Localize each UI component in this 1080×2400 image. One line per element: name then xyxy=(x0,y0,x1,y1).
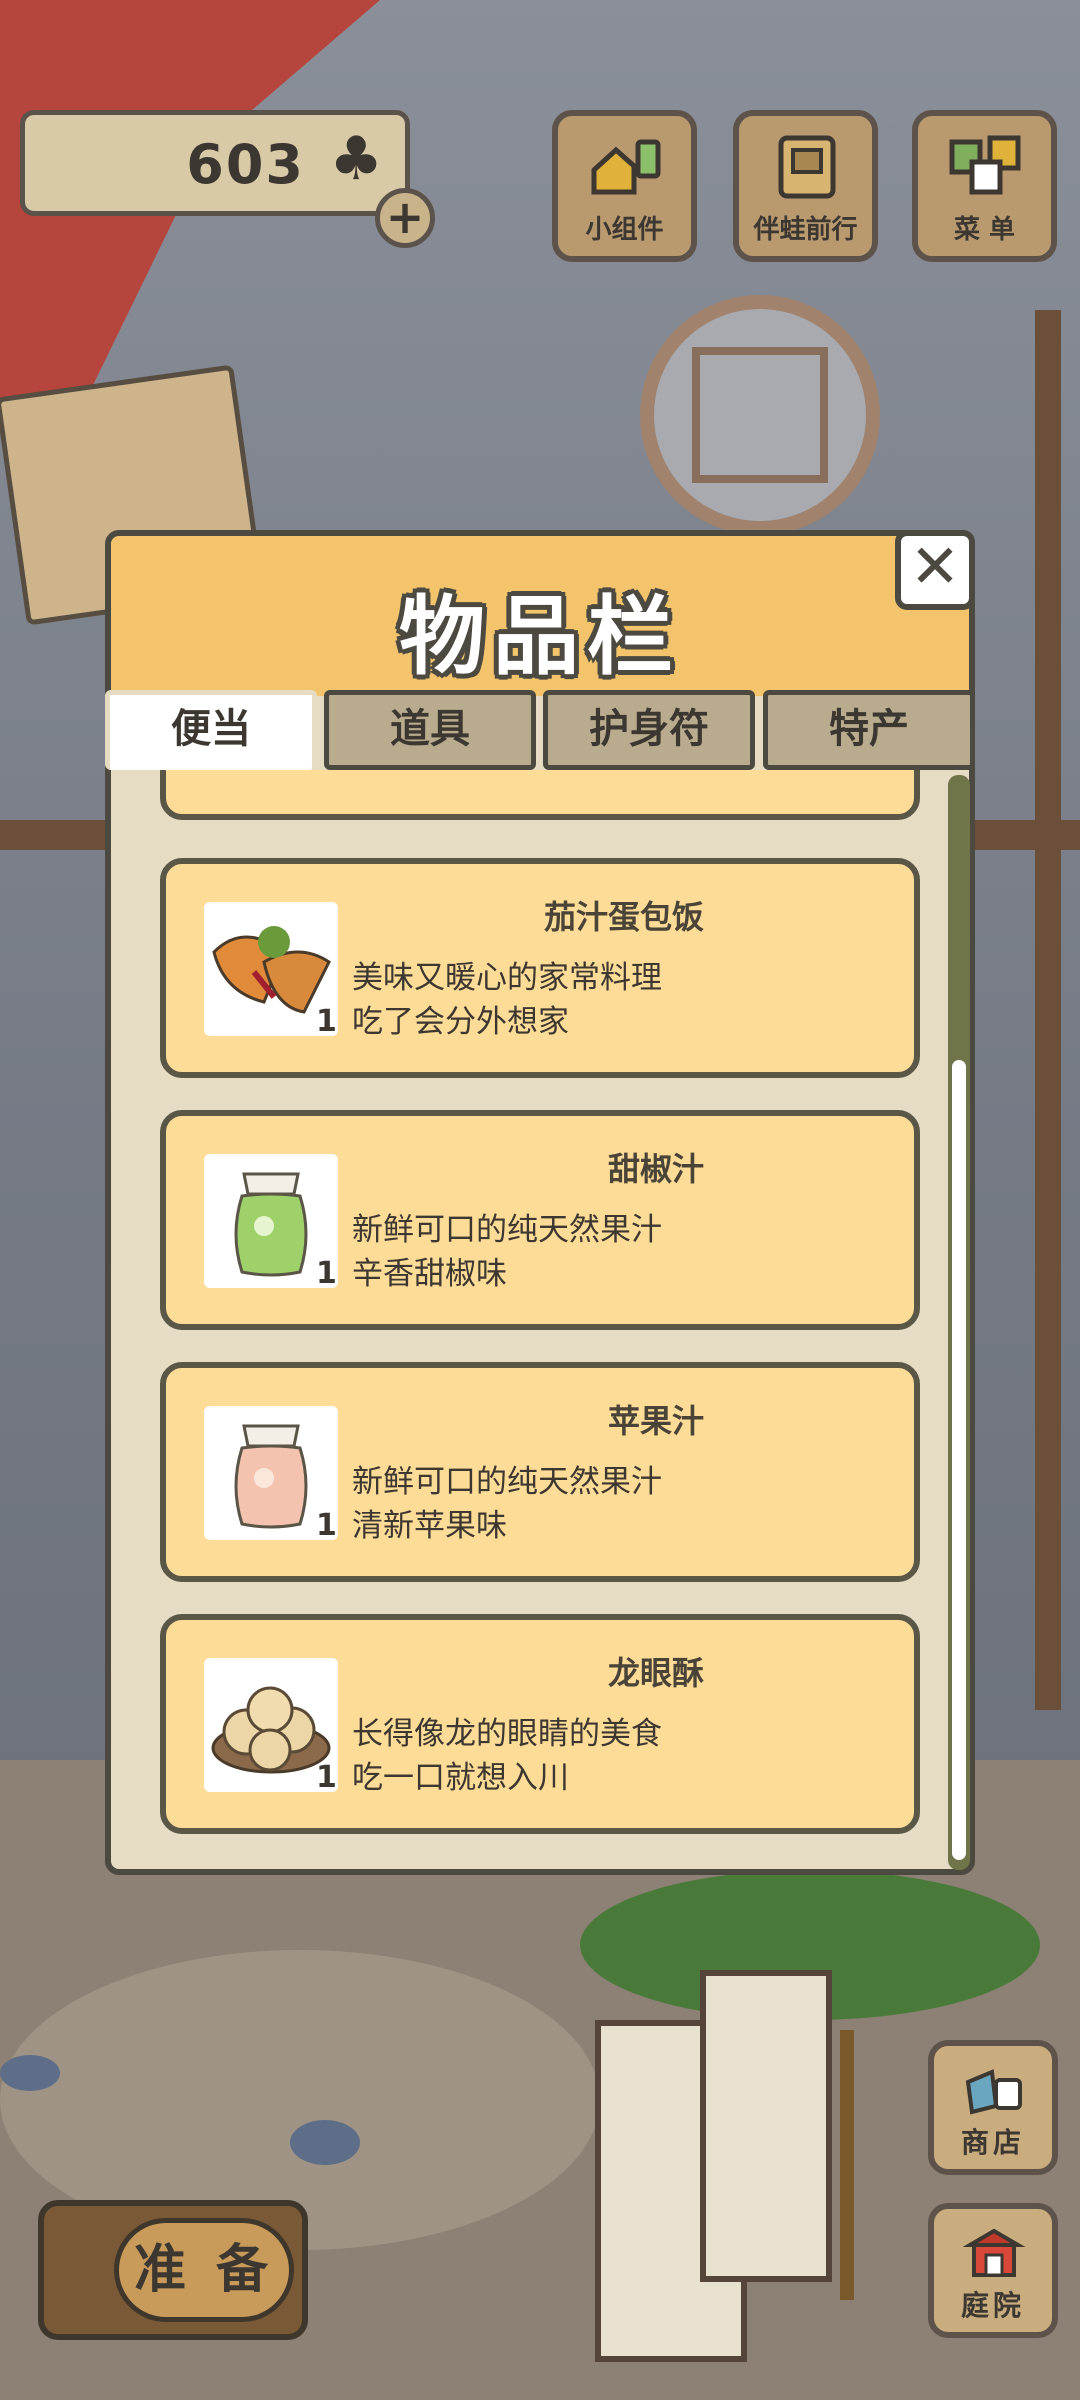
close-button[interactable]: ✕ xyxy=(895,530,975,610)
shop-label: 商店 xyxy=(960,2126,1025,2159)
panel-title: 物品栏 xyxy=(399,587,681,687)
item-quantity: 1 xyxy=(316,1256,337,1291)
list-item[interactable]: 1 龙眼酥 长得像龙的眼睛的美食 吃一口就想入川 xyxy=(160,1614,920,1834)
item-description: 新鲜可口的纯天然果汁 xyxy=(352,1464,662,1500)
panel-header: 物品栏 xyxy=(111,536,969,696)
travel-book-icon xyxy=(778,135,836,199)
item-description: 新鲜可口的纯天然果汁 xyxy=(352,1212,662,1248)
tab-tools[interactable]: 道具 xyxy=(324,690,536,770)
add-clover-button[interactable]: + xyxy=(375,188,435,248)
menu-button[interactable]: 菜 单 xyxy=(912,110,1057,262)
menu-label: 菜 单 xyxy=(953,215,1016,245)
widget-label: 小组件 xyxy=(585,215,664,245)
wooden-shelf xyxy=(975,820,1080,850)
item-description: 美味又暖心的家常料理 xyxy=(352,960,662,996)
tab-bento[interactable]: 便当 xyxy=(105,690,317,770)
list-item[interactable]: 1 苹果汁 新鲜可口的纯天然果汁 清新苹果味 xyxy=(160,1362,920,1582)
item-description: 辛香甜椒味 xyxy=(352,1256,507,1292)
tab-specialties[interactable]: 特产 xyxy=(763,690,975,770)
travel-book-button[interactable]: 伴蛙前行 xyxy=(733,110,878,262)
widget-icon xyxy=(591,139,661,195)
item-description: 吃一口就想入川 xyxy=(352,1760,569,1796)
yard-house-icon xyxy=(962,2228,1026,2277)
plus-icon: + xyxy=(385,190,425,244)
list-item[interactable]: 1 茄汁蛋包饭 美味又暖心的家常料理 吃了会分外想家 xyxy=(160,858,920,1078)
item-description: 吃了会分外想家 xyxy=(352,1004,569,1040)
item-quantity: 1 xyxy=(316,1004,337,1039)
scrollbar-thumb[interactable] xyxy=(952,1060,966,1860)
wooden-post xyxy=(1035,310,1061,1710)
item-description: 清新苹果味 xyxy=(352,1508,507,1544)
close-icon: ✕ xyxy=(909,532,961,602)
item-quantity: 1 xyxy=(316,1508,337,1543)
item-name: 甜椒汁 xyxy=(607,1150,704,1188)
prepare-button[interactable]: 准 备 xyxy=(38,2200,308,2340)
item-description: 长得像龙的眼睛的美食 xyxy=(352,1716,662,1752)
rock xyxy=(0,2055,60,2091)
item-list[interactable]: 1 茄汁蛋包饭 美味又暖心的家常料理 吃了会分外想家 1 甜椒汁 新鲜可口的纯天… xyxy=(160,770,920,1835)
item-name: 茄汁蛋包饭 xyxy=(543,898,704,936)
list-scrollbar[interactable] xyxy=(948,775,970,1870)
folding-screen xyxy=(700,1970,832,2282)
clover-counter: 603 ♣ xyxy=(20,110,410,216)
yard-button[interactable]: 庭院 xyxy=(928,2203,1058,2338)
tab-charms[interactable]: 护身符 xyxy=(543,690,755,770)
round-window xyxy=(640,295,880,535)
prepare-label: 准 备 xyxy=(114,2218,294,2322)
shop-button[interactable]: 商店 xyxy=(928,2040,1058,2175)
rock xyxy=(290,2120,360,2165)
clover-count: 603 xyxy=(186,133,305,196)
list-item[interactable]: 1 甜椒汁 新鲜可口的纯天然果汁 辛香甜椒味 xyxy=(160,1110,920,1330)
list-item-partial[interactable] xyxy=(160,770,920,820)
yard-label: 庭院 xyxy=(960,2289,1025,2322)
candle-stand xyxy=(840,2030,854,2300)
item-name: 龙眼酥 xyxy=(607,1654,704,1692)
shop-bag-icon xyxy=(965,2069,1022,2115)
wooden-shelf xyxy=(0,820,110,850)
widget-button[interactable]: 小组件 xyxy=(552,110,697,262)
clover-icon: ♣ xyxy=(329,124,383,194)
inventory-tabs: 便当 道具 护身符 特产 xyxy=(105,690,975,770)
item-name: 苹果汁 xyxy=(607,1402,704,1440)
travel-book-label: 伴蛙前行 xyxy=(753,215,858,245)
menu-cards-icon xyxy=(949,135,1021,195)
item-quantity: 1 xyxy=(316,1760,337,1795)
